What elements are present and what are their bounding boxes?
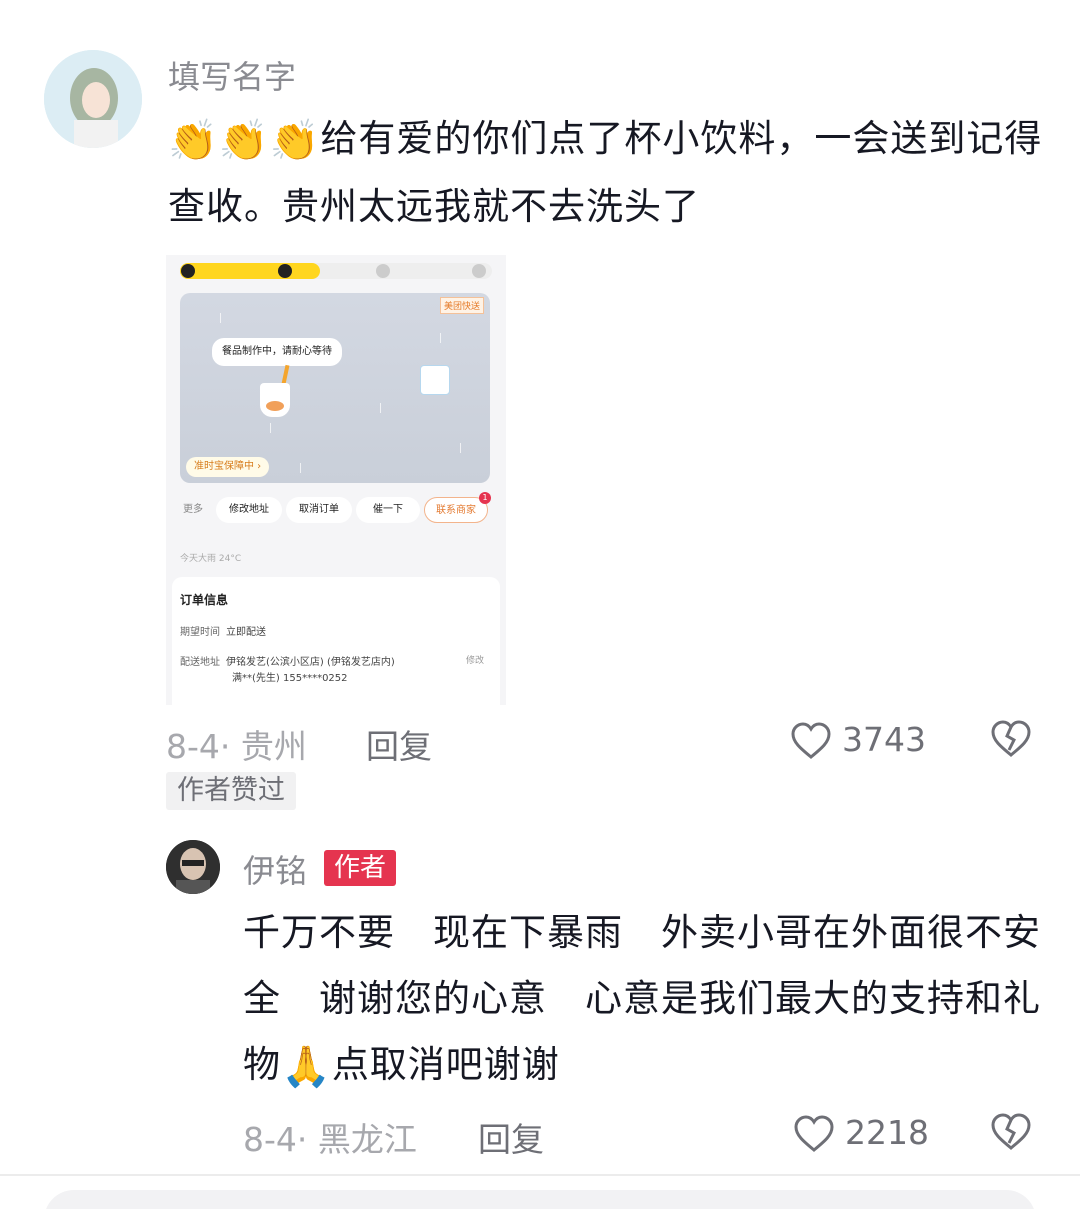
address-line2: 满**(先生) 155****0252: [232, 673, 348, 684]
heart-outline-icon: [794, 1115, 834, 1152]
commenter-name[interactable]: 填写名字: [168, 52, 296, 98]
more-button: 更多: [183, 504, 203, 515]
reply-date-location: 8-4· 黑龙江: [243, 1120, 417, 1159]
cancel-order-button: 取消订单: [286, 497, 352, 523]
reply-like-count: 2218: [845, 1113, 929, 1152]
delivery-service-tag: 美团快送: [439, 297, 484, 314]
order-status-bubble: 餐品制作中，请耐心等待: [212, 338, 342, 366]
author-badge: 作者: [324, 850, 397, 886]
weather-text: 今天大雨 24°C: [180, 554, 242, 564]
step-paid-icon: [181, 264, 195, 278]
divider: [0, 1174, 1080, 1176]
reply-dislike-button[interactable]: [990, 1113, 1032, 1155]
like-button[interactable]: 3743: [790, 720, 940, 760]
address-label: 配送地址: [180, 657, 220, 668]
clapping-hands-icon: 👏: [269, 117, 321, 164]
dislike-button[interactable]: [990, 720, 1032, 762]
clapping-hands-icon: 👏: [218, 117, 270, 164]
expected-time-value: 立即配送: [226, 627, 266, 638]
delivery-progress-bar: [180, 263, 492, 279]
order-screenshot-image[interactable]: 美团快送 餐品制作中，请耐心等待 准时宝保障中 › 更多 修改地址 取消订单 催…: [166, 255, 506, 705]
contact-merchant-button: 联系商家 1: [424, 492, 491, 523]
urge-button: 催一下: [356, 497, 420, 523]
delivery-map: 美团快送 餐品制作中，请耐心等待 准时宝保障中 ›: [180, 293, 490, 483]
reply-reply-button[interactable]: 回复: [478, 1113, 544, 1161]
order-info-title: 订单信息: [180, 593, 229, 607]
order-actions: 更多 修改地址 取消订单 催一下 联系商家 1: [180, 492, 491, 525]
heart-outline-icon: [791, 722, 831, 759]
unread-badge: 1: [479, 492, 491, 504]
drink-cup-icon: [260, 383, 290, 417]
broken-heart-icon: [991, 1113, 1031, 1150]
broken-heart-icon: [991, 720, 1031, 757]
step-cooking-icon: [278, 264, 292, 278]
comment-text: 👏👏👏给有爱的你们点了杯小饮料，一会送到记得查收。贵州太远我就不去洗头了: [168, 106, 1048, 240]
order-info-card: 订单信息 期望时间 立即配送 配送地址 伊铭发艺(公滨小区店) (伊铭发艺店内) 满…: [172, 577, 500, 705]
reply-like-button[interactable]: 2218: [793, 1113, 943, 1153]
address-line1: 伊铭发艺(公滨小区店) (伊铭发艺店内): [226, 657, 395, 668]
edit-address-link: 修改: [465, 656, 484, 666]
folded-hands-icon: 🙏: [281, 1043, 332, 1090]
store-marker-icon: [420, 365, 450, 395]
comment-date-location: 8-4· 贵州: [166, 727, 307, 766]
step-delivered-icon: [472, 264, 486, 278]
author-name[interactable]: 伊铭: [243, 846, 307, 892]
author-liked-tag: 作者赞过: [166, 772, 296, 810]
step-rider-icon: [376, 264, 390, 278]
on-time-guarantee-tag: 准时宝保障中 ›: [186, 457, 270, 477]
author-avatar[interactable]: [166, 840, 220, 894]
commenter-avatar[interactable]: [44, 50, 142, 148]
like-count: 3743: [842, 720, 926, 759]
expected-time-label: 期望时间: [180, 627, 220, 638]
clapping-hands-icon: 👏: [168, 117, 219, 164]
reply-button[interactable]: 回复: [366, 720, 432, 768]
comment-input-bar[interactable]: [44, 1190, 1036, 1209]
reply-body-part2: 点取消吧谢谢: [331, 1043, 560, 1086]
modify-address-button: 修改地址: [216, 497, 282, 523]
reply-text: 千万不要 现在下暴雨 外卖小哥在外面很不安全 谢谢您的心意 心意是我们最大的支持…: [243, 900, 1043, 1100]
